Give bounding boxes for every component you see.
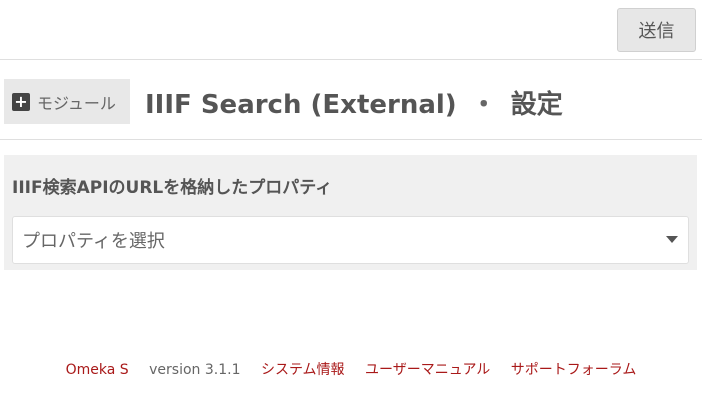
- footer-link-user-manual[interactable]: ユーザーマニュアル: [365, 362, 490, 378]
- page-title: IIIF Search (External) ・設定: [145, 84, 563, 121]
- modules-back-button[interactable]: + モジュール: [4, 79, 130, 124]
- page-subtitle: 設定: [510, 90, 563, 120]
- action-bar: 送信: [0, 0, 702, 60]
- footer: Omeka S version 3.1.1 システム情報 ユーザーマニュアル サ…: [0, 359, 702, 379]
- module-name: IIIF Search (External): [145, 90, 457, 120]
- property-field-label: IIIF検索APIのURLを格納したプロパティ: [12, 178, 333, 198]
- property-field-panel: IIIF検索APIのURLを格納したプロパティ プロパティを選択: [4, 155, 697, 270]
- title-row: + モジュール IIIF Search (External) ・設定: [0, 60, 702, 140]
- submit-button[interactable]: 送信: [617, 8, 696, 52]
- plus-square-icon: +: [12, 92, 30, 111]
- footer-link-omeka[interactable]: Omeka S: [66, 362, 129, 378]
- title-separator: ・: [470, 90, 497, 120]
- module-button-label: モジュール: [37, 93, 116, 113]
- property-select[interactable]: プロパティを選択: [12, 216, 689, 264]
- property-select-value: プロパティを選択: [22, 231, 165, 252]
- footer-version: version 3.1.1: [149, 362, 241, 378]
- footer-link-system-info[interactable]: システム情報: [261, 362, 345, 378]
- footer-link-support-forum[interactable]: サポートフォーラム: [511, 362, 637, 378]
- caret-down-icon: [666, 236, 678, 243]
- page: 送信 + モジュール IIIF Search (External) ・設定 III…: [0, 0, 702, 407]
